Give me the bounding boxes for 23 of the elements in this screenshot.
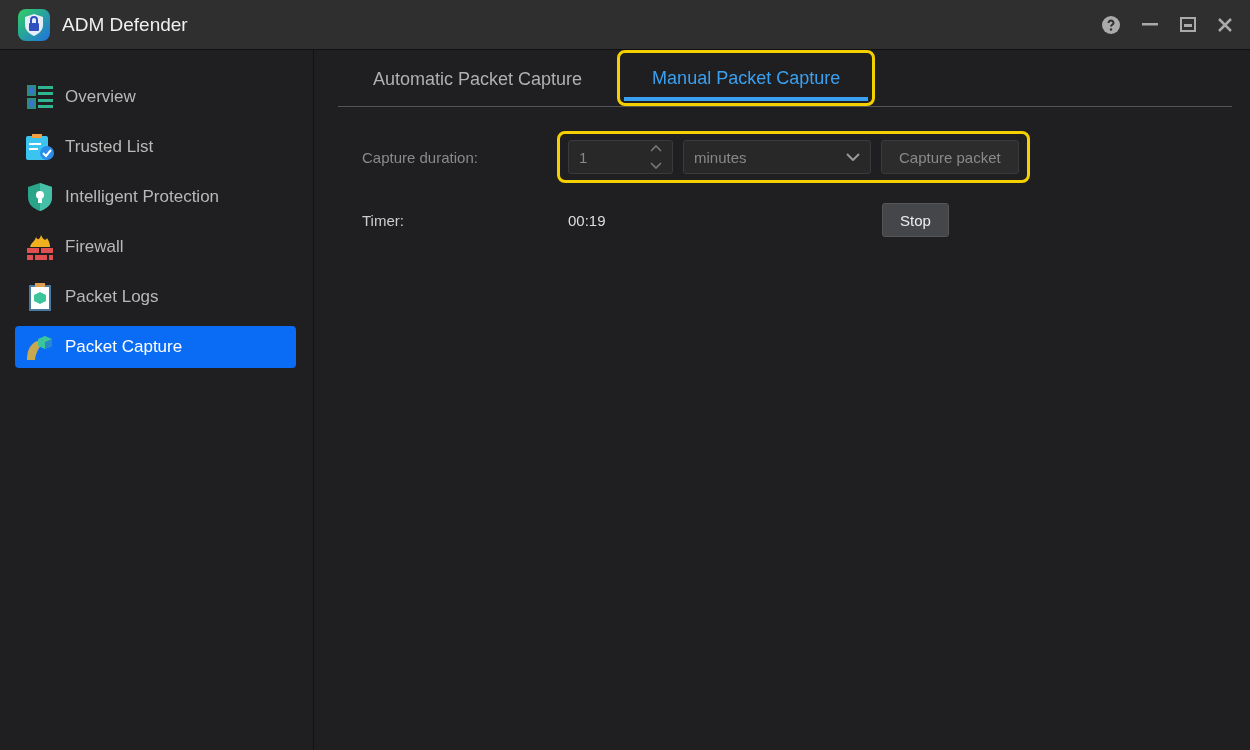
close-icon[interactable] [1218,17,1232,32]
tab[interactable]: Manual Packet Capture [617,50,876,106]
clipboard-check-icon [25,133,55,161]
lock-shield-logo-icon [18,8,50,41]
timer-value: 00:19 [568,211,607,229]
list-icon [26,84,54,110]
clipboard-box-icon [27,282,53,312]
sidebar-item[interactable]: Intelligent Protection [15,176,296,218]
shield-bulb-icon [26,182,54,212]
sidebar-item[interactable]: Firewall [15,226,296,268]
tab[interactable]: Automatic Packet Capture [338,50,618,106]
sidebar-item[interactable]: Trusted List [15,126,296,168]
firewall-icon [26,233,54,261]
sidebar-item[interactable]: Overview [15,76,296,118]
capture-duration-label: Capture duration: [362,148,479,166]
stop-button[interactable]: Stop [882,203,949,237]
chevron-down-icon [846,153,860,161]
timer-label: Timer: [362,211,405,229]
maximize-icon[interactable] [1180,17,1196,32]
sidebar-item[interactable]: Packet Logs [15,276,296,318]
sidebar-item[interactable]: Packet Capture [15,326,296,368]
help-icon[interactable] [1102,15,1120,34]
window-title: ADM Defender [62,13,189,36]
